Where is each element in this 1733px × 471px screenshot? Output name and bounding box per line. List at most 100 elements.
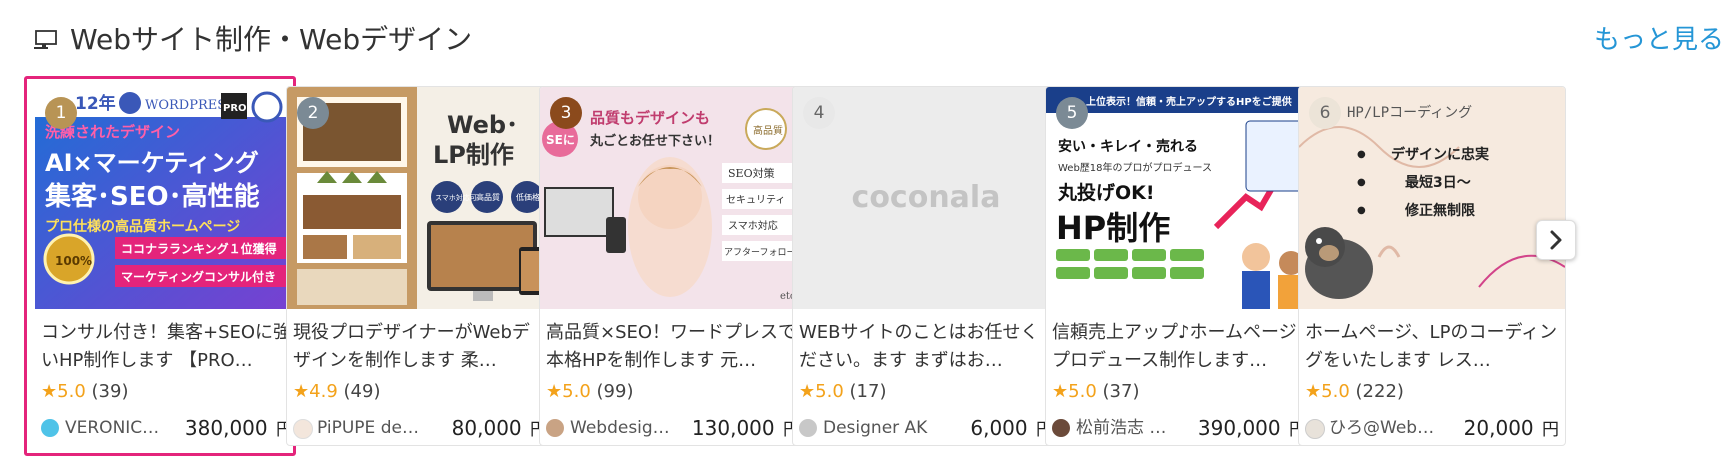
- rating-score: 5.0: [815, 381, 844, 402]
- avatar: [546, 419, 564, 437]
- rating-score: 5.0: [562, 381, 591, 402]
- price: 6,000 円: [970, 413, 1053, 445]
- rating: ★4.9 (49): [293, 379, 380, 405]
- thumb-text: マーケティングコンサル付き: [121, 269, 276, 284]
- service-thumbnail: 12年 WORDPRESS PRO 洗練されたデザイン AI×マーケティング 集…: [35, 87, 293, 309]
- section-header: Webサイト制作・Webデザイン もっと見る: [34, 18, 1724, 62]
- service-card-5[interactable]: 上位表示！信頼・売上アップするHPをご提供 安い・キレイ・売れる Web歴18年…: [1045, 86, 1313, 446]
- thumb-text: PRO: [223, 103, 247, 114]
- rating-score: 5.0: [1321, 381, 1350, 402]
- thumb-text: 最短3日〜: [1405, 174, 1471, 191]
- thumb-text: 修正無制限: [1404, 202, 1475, 219]
- service-carousel: 12年 WORDPRESS PRO 洗練されたデザイン AI×マーケティング 集…: [24, 74, 1714, 464]
- star-icon: ★: [546, 381, 563, 402]
- thumb-text: Web･: [447, 111, 518, 139]
- seller-line: Webdesig… 130,000 円: [546, 413, 800, 443]
- rank-badge: 4: [803, 97, 835, 129]
- review-count: (222): [1355, 381, 1404, 402]
- avatar: [1305, 419, 1325, 439]
- avatar: [799, 419, 817, 437]
- seller-name[interactable]: VERONIC…: [65, 413, 175, 443]
- thumb-text: 丸ごとお任せ下さい！: [589, 133, 720, 149]
- coconala-logo: coconala: [852, 180, 1001, 215]
- rating-score: 4.9: [309, 381, 338, 402]
- seller-line: ひろ@Web… 20,000 円: [1305, 413, 1559, 443]
- thumb-text: 低価格: [516, 192, 540, 202]
- thumb-text: 上位表示！信頼・売上アップするHPをご提供: [1086, 95, 1292, 108]
- star-icon: ★: [41, 381, 58, 402]
- service-title[interactable]: 現役プロデザイナーがWebデザインを制作します 柔…: [293, 319, 547, 375]
- star-icon: ★: [1052, 381, 1069, 402]
- thumb-text: スマホ対応可: [435, 193, 477, 202]
- price: 380,000 円: [185, 413, 293, 445]
- thumb-text: 12年: [75, 93, 116, 114]
- thumb-text: 安い・キレイ・売れる: [1058, 138, 1198, 155]
- service-thumbnail: Web･ LP制作 スマホ対応可 高品質 低価格 2: [287, 87, 553, 309]
- seller-name[interactable]: Designer AK: [823, 413, 943, 443]
- seller-line: PiPUPE desi… 80,000 円: [293, 413, 547, 443]
- thumb-text: アフターフォロー: [724, 247, 795, 258]
- star-icon: ★: [293, 381, 310, 402]
- thumb-text: HP/LPコーディング: [1347, 104, 1472, 121]
- star-icon: ★: [799, 381, 816, 402]
- see-more-link[interactable]: もっと見る: [1594, 18, 1724, 62]
- thumb-text: スマホ対応: [728, 219, 778, 232]
- thumb-text: SEO対策: [728, 166, 775, 180]
- rank-badge: 2: [297, 97, 329, 129]
- rating: ★5.0 (37): [1052, 379, 1139, 405]
- rating: ★5.0 (39): [41, 379, 128, 405]
- rating: ★5.0 (17): [799, 379, 886, 405]
- seller-name[interactable]: Webdesig…: [570, 413, 680, 443]
- service-card-2[interactable]: Web･ LP制作 スマホ対応可 高品質 低価格 2 現役プロデザイナーがWeb…: [286, 86, 554, 446]
- thumb-text: SEに: [546, 133, 575, 147]
- price: 130,000 円: [692, 413, 800, 445]
- chevron-right-icon: [1550, 230, 1562, 250]
- section-title: Webサイト制作・Webデザイン: [70, 23, 473, 56]
- seller-name[interactable]: 松前浩志 …: [1076, 413, 1186, 443]
- seller-line: Designer AK 6,000 円: [799, 413, 1053, 443]
- review-count: (17): [849, 381, 887, 402]
- service-title[interactable]: 信頼売上アップ♪ホームページプロデュース制作します…: [1052, 319, 1306, 375]
- service-title[interactable]: ホームページ、LPのコーディングをいたします レス…: [1305, 319, 1559, 375]
- service-card-3[interactable]: SEに 品質もデザインも 丸ごとお任せ下さい！ 高品質 SEO対策 セキュリティ…: [539, 86, 807, 446]
- review-count: (37): [1102, 381, 1140, 402]
- paw-icon: ●: [1357, 177, 1366, 188]
- review-count: (99): [596, 381, 634, 402]
- price-value: 80,000: [451, 416, 522, 440]
- avatar: [41, 419, 59, 437]
- thumb-text: 高品質: [753, 124, 783, 137]
- seller-name[interactable]: ひろ@Web…: [1329, 413, 1439, 443]
- price-unit: 円: [1542, 420, 1559, 440]
- thumb-text: 100%: [55, 254, 92, 268]
- star-icon: ★: [1305, 381, 1322, 402]
- seller-name[interactable]: PiPUPE desi…: [317, 413, 427, 443]
- thumb-text: HP制作: [1056, 209, 1170, 247]
- service-title[interactable]: 高品質×SEO！ワードプレスで本格HPを制作します 元…: [546, 319, 800, 375]
- thumb-text: 丸投げOK!: [1057, 181, 1155, 204]
- paw-icon: ●: [1357, 149, 1366, 160]
- price-value: 20,000: [1463, 416, 1534, 440]
- seller-line: VERONIC… 380,000 円: [41, 413, 293, 443]
- service-card-6[interactable]: HP/LPコーディング ● デザインに忠実 ● 最短3日〜 ● 修正無制限 6 …: [1298, 86, 1566, 446]
- thumb-text: セキュリティ: [726, 194, 785, 206]
- service-card-1[interactable]: 12年 WORDPRESS PRO 洗練されたデザイン AI×マーケティング 集…: [24, 76, 296, 456]
- service-thumbnail: SEに 品質もデザインも 丸ごとお任せ下さい！ 高品質 SEO対策 セキュリティ…: [540, 87, 806, 309]
- thumb-text: 集客･SEO･高性能: [44, 181, 260, 212]
- carousel-next-button[interactable]: [1536, 220, 1576, 260]
- price-value: 380,000: [184, 416, 268, 440]
- service-card-4[interactable]: coconala 4 WEBサイトのことはお任せください。ます まずはお… ★5…: [792, 86, 1060, 446]
- monitor-icon: [34, 30, 57, 49]
- price: 80,000 円: [452, 413, 547, 445]
- price-value: 6,000: [970, 416, 1028, 440]
- seller-line: 松前浩志 … 390,000 円: [1052, 413, 1306, 443]
- thumb-text: AI×マーケティング: [45, 149, 259, 177]
- thumb-text: プロ仕様の高品質ホームページ: [45, 218, 240, 235]
- rank-badge: 6: [1309, 97, 1341, 129]
- rating: ★5.0 (222): [1305, 379, 1404, 405]
- thumb-text: デザインに忠実: [1391, 146, 1489, 163]
- rank-badge: 1: [45, 97, 77, 129]
- price: 390,000 円: [1198, 413, 1306, 445]
- thumb-text: 高品質: [476, 192, 500, 202]
- service-title[interactable]: コンサル付き！集客+SEOに強いHP制作します 【PRO…: [41, 319, 293, 375]
- service-title[interactable]: WEBサイトのことはお任せください。ます まずはお…: [799, 319, 1053, 375]
